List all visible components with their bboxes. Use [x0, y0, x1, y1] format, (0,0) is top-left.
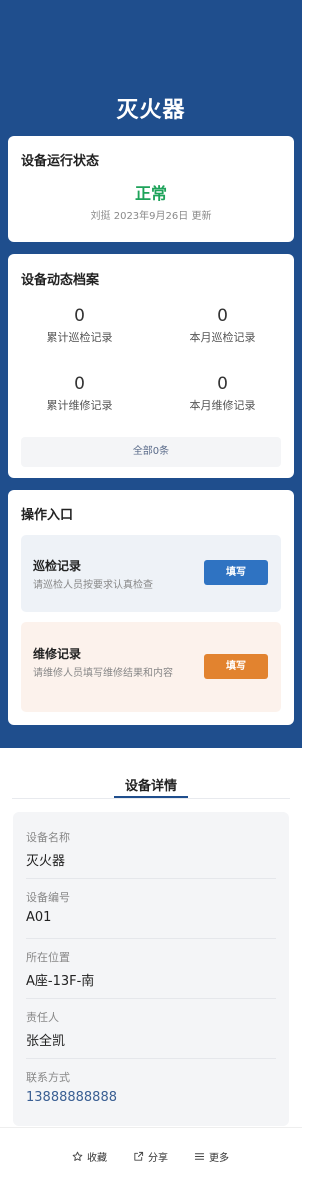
divider [26, 998, 276, 999]
more-label: 更多 [209, 1153, 229, 1164]
detail-value: 灭火器 [26, 854, 66, 869]
detail-row-owner: 责任人 张全凯 [26, 1009, 276, 1049]
menu-icon [194, 1153, 205, 1160]
detail-label: 所在位置 [26, 951, 70, 964]
status-value: 正常 [134, 184, 167, 203]
star-icon [72, 1151, 83, 1161]
share-label: 分享 [148, 1153, 168, 1164]
detail-value: 张全凯 [26, 1034, 66, 1049]
operations-card: 操作入口 巡检记录 请巡检人员按要求认真检查 填写 维修记录 请维修人员填写维修… [8, 490, 294, 725]
detail-value: A座-13F-南 [26, 974, 95, 989]
fill-repair-button[interactable]: 填写 [204, 654, 268, 679]
stat-value: 0 [217, 306, 228, 326]
share-icon [134, 1151, 144, 1161]
stat-total-repairs[interactable]: 0 累计维修记录 [8, 374, 151, 413]
contact-phone-link[interactable]: 13888888888 [26, 1090, 276, 1105]
favorite-button[interactable]: 收藏 [72, 1149, 107, 1164]
divider [26, 1058, 276, 1059]
stat-value: 0 [217, 374, 228, 394]
page-title: 灭火器 [116, 98, 186, 123]
share-button[interactable]: 分享 [133, 1149, 168, 1164]
detail-row-contact: 联系方式 13888888888 [26, 1069, 276, 1105]
footer-divider [0, 1127, 302, 1128]
status-card-title: 设备运行状态 [21, 154, 100, 169]
stat-label: 累计维修记录 [46, 399, 113, 412]
tab-device-details[interactable]: 设备详情 [0, 775, 302, 794]
archive-card-title: 设备动态档案 [21, 273, 100, 288]
stat-month-repairs[interactable]: 0 本月维修记录 [151, 374, 294, 413]
status-updated-meta: 刘挺 2023年9月26日 更新 [90, 211, 212, 222]
repair-entry-desc: 请维修人员填写维修结果和内容 [33, 668, 173, 679]
detail-label: 设备名称 [26, 831, 70, 844]
fill-inspection-button[interactable]: 填写 [204, 560, 268, 585]
stat-label: 本月巡检记录 [189, 331, 256, 344]
stat-value: 0 [74, 306, 85, 326]
device-details-panel: 设备名称 灭火器 设备编号 A01 所在位置 A座-13F-南 责任人 张全凯 … [13, 812, 289, 1126]
stat-label: 累计巡检记录 [46, 331, 113, 344]
inspection-entry-title: 巡检记录 [33, 559, 82, 573]
detail-row-code: 设备编号 A01 [26, 889, 276, 925]
repair-entry-title: 维修记录 [33, 647, 82, 661]
divider [26, 938, 276, 939]
archive-card: 设备动态档案 0 累计巡检记录 0 本月巡检记录 0 累计维修记录 0 本月维修… [8, 254, 294, 478]
detail-label: 责任人 [26, 1011, 59, 1024]
detail-row-location: 所在位置 A座-13F-南 [26, 949, 276, 989]
status-card: 设备运行状态 正常 刘挺 2023年9月26日 更新 [8, 136, 294, 242]
detail-row-name: 设备名称 灭火器 [26, 829, 276, 869]
stat-label: 本月维修记录 [189, 399, 256, 412]
detail-value: A01 [26, 910, 52, 925]
tab-divider [12, 798, 290, 799]
operations-card-title: 操作入口 [21, 508, 74, 523]
detail-label: 设备编号 [26, 891, 70, 904]
stat-total-inspections[interactable]: 0 累计巡检记录 [8, 306, 151, 345]
repair-entry: 维修记录 请维修人员填写维修结果和内容 填写 [21, 622, 281, 712]
divider [26, 878, 276, 879]
detail-label: 联系方式 [26, 1071, 70, 1084]
inspection-entry: 巡检记录 请巡检人员按要求认真检查 填写 [21, 535, 281, 612]
view-all-records-button[interactable]: 全部0条 [21, 437, 281, 467]
stat-value: 0 [74, 374, 85, 394]
favorite-label: 收藏 [87, 1153, 107, 1164]
inspection-entry-desc: 请巡检人员按要求认真检查 [33, 580, 153, 591]
stat-month-inspections[interactable]: 0 本月巡检记录 [151, 306, 294, 345]
more-button[interactable]: 更多 [194, 1149, 229, 1164]
